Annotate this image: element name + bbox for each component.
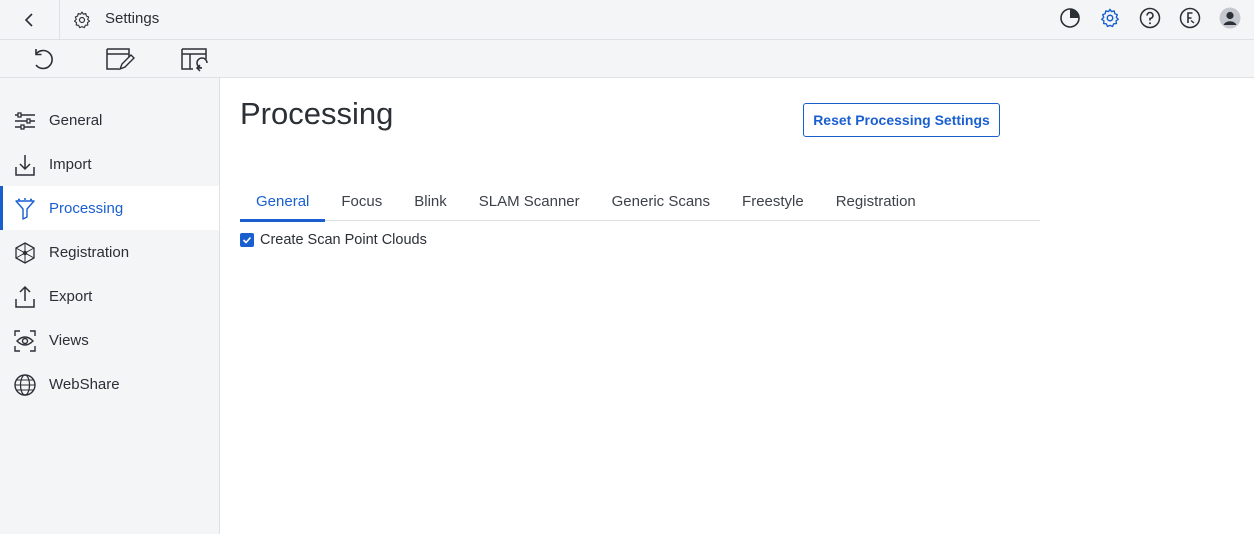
sidebar-item-registration[interactable]: Registration (0, 230, 219, 274)
toolbar (0, 40, 1254, 78)
create-scan-point-clouds-option: Create Scan Point Clouds (240, 232, 427, 248)
titlebar-actions (1058, 6, 1242, 34)
checkbox-label: Create Scan Point Clouds (260, 232, 427, 248)
edit-settings-button[interactable] (104, 43, 136, 75)
tab-registration[interactable]: Registration (820, 182, 932, 221)
back-button[interactable] (0, 0, 60, 39)
sidebar-item-label: Import (49, 155, 92, 173)
sidebar-item-label: Views (49, 331, 89, 349)
settings-gear-icon[interactable] (1098, 6, 1122, 30)
title-bar: Settings (0, 0, 1254, 40)
tab-general[interactable]: General (240, 182, 326, 222)
sidebar-item-processing[interactable]: Processing (0, 186, 219, 230)
user-avatar-icon[interactable] (1218, 6, 1242, 30)
sidebar-item-views[interactable]: Views (0, 318, 219, 362)
registration-icon (15, 242, 35, 264)
processing-tabs: General Focus Blink SLAM Scanner Generic… (240, 182, 1040, 222)
gear-icon (73, 11, 91, 29)
import-settings-button[interactable] (179, 43, 211, 75)
tab-blink[interactable]: Blink (398, 182, 463, 221)
tab-focus[interactable]: Focus (325, 182, 398, 221)
chevron-left-icon (24, 12, 33, 27)
settings-content: Processing Reset Processing Settings Gen… (220, 78, 1254, 534)
sidebar-item-label: Processing (49, 199, 124, 217)
edit-settings-icon (106, 48, 135, 71)
window-title: Settings (105, 10, 160, 27)
undo-button[interactable] (27, 43, 59, 75)
processing-icon (15, 198, 35, 220)
sidebar-item-import[interactable]: Import (0, 142, 219, 186)
globe-icon (14, 374, 36, 396)
checkmark-icon (242, 236, 252, 244)
export-icon (15, 285, 35, 308)
import-settings-icon (181, 48, 208, 72)
sidebar-item-label: Export (49, 287, 93, 305)
views-icon (14, 330, 36, 352)
sidebar-item-label: Registration (49, 243, 130, 261)
sidebar-item-webshare[interactable]: WebShare (0, 362, 219, 406)
progress-pie-icon[interactable] (1058, 6, 1082, 30)
create-scan-point-clouds-checkbox[interactable] (240, 233, 254, 247)
import-icon (15, 155, 35, 176)
reset-processing-settings-button[interactable]: Reset Processing Settings (803, 103, 1000, 137)
undo-icon (35, 49, 53, 70)
sidebar-item-export[interactable]: Export (0, 274, 219, 318)
tab-generic-scans[interactable]: Generic Scans (596, 182, 726, 221)
sidebar-item-general[interactable]: General (0, 98, 219, 142)
page-title: Processing (240, 96, 394, 131)
sidebar-item-label: General (49, 111, 103, 129)
sidebar-item-label: WebShare (49, 375, 120, 393)
tab-freestyle[interactable]: Freestyle (726, 182, 820, 221)
settings-sidebar: General Import Processing Registration E… (0, 78, 220, 534)
license-icon[interactable] (1178, 6, 1202, 30)
sliders-icon (15, 112, 35, 130)
tab-slam-scanner[interactable]: SLAM Scanner (463, 182, 596, 221)
help-icon[interactable] (1138, 6, 1162, 30)
